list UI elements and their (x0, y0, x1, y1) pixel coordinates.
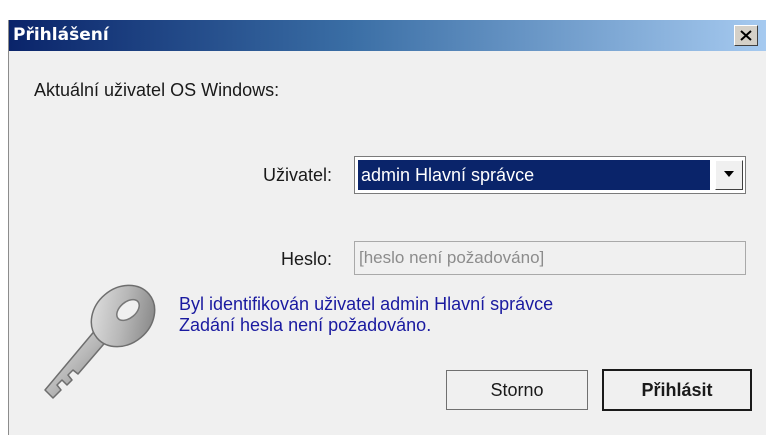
user-select-value: admin Hlavní správce (358, 160, 710, 190)
current-os-user-label: Aktuální uživatel OS Windows: (34, 80, 280, 100)
user-select[interactable]: admin Hlavní správce (354, 156, 746, 194)
login-button[interactable]: Přihlásit (602, 369, 752, 411)
window-title: Přihlášení (13, 25, 109, 45)
message-line-1: Byl identifikován uživatel admin Hlavní … (179, 294, 554, 314)
close-button[interactable] (734, 25, 758, 46)
user-dropdown-button[interactable] (715, 160, 743, 190)
message-line-2: Zadání hesla není požadováno. (179, 315, 432, 335)
password-input[interactable] (354, 241, 746, 275)
user-label: Uživatel: (262, 165, 332, 185)
identification-message: Byl identifikován uživatel admin Hlavní … (179, 294, 553, 336)
key-icon (44, 284, 156, 399)
title-bar[interactable]: Přihlášení (9, 20, 766, 51)
chevron-down-icon (724, 171, 734, 177)
close-icon (740, 30, 752, 41)
login-dialog: Přihlášení Aktuální uživatel OS Windows:… (8, 20, 766, 435)
password-label: Heslo: (280, 249, 332, 269)
cancel-button[interactable]: Storno (446, 370, 588, 410)
